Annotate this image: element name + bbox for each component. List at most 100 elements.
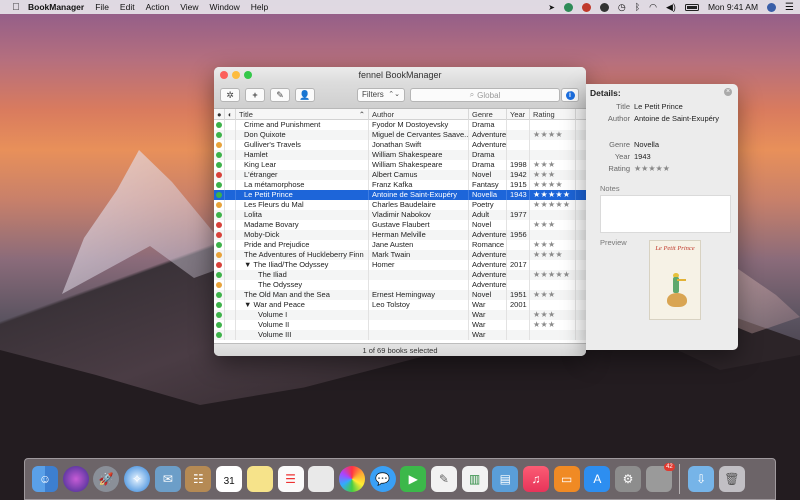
apple-menu-icon[interactable]:  xyxy=(10,1,22,13)
table-row[interactable]: ▼ The Iliad/The Odyssey Homer Adventure 201… xyxy=(214,260,586,270)
keynote-icon[interactable]: ▤ xyxy=(492,466,519,492)
status-dot[interactable] xyxy=(216,332,222,338)
add-button[interactable]: + xyxy=(245,88,265,102)
header-status-column[interactable]: ● xyxy=(214,109,225,120)
status-icon-chrome[interactable] xyxy=(581,2,591,12)
table-row[interactable]: The Iliad Adventure ★★★★★ xyxy=(214,270,586,280)
itunes-icon[interactable]: ♫ xyxy=(523,466,549,492)
close-details-icon[interactable]: × xyxy=(724,88,732,96)
table-row[interactable]: Pride and Prejudice Jane Austen Romance ★★★ xyxy=(214,240,586,250)
finder-icon[interactable]: ☺ xyxy=(32,466,58,492)
system-preferences-icon[interactable]: ⚙ xyxy=(615,466,642,492)
status-dot[interactable] xyxy=(216,292,222,298)
wifi-icon[interactable]: ◠ xyxy=(649,2,657,13)
notification-center-icon[interactable]: ☰ xyxy=(785,2,794,13)
table-row[interactable]: Le Petit Prince Antoine de Saint-Exupéry N… xyxy=(214,190,586,200)
volume-icon[interactable]: ◀) xyxy=(666,2,676,13)
info-button[interactable]: i xyxy=(561,88,579,102)
table-row[interactable]: Gulliver's Travels Jonathan Swift Adventur… xyxy=(214,140,586,150)
table-row[interactable]: Volume II War ★★★ xyxy=(214,320,586,330)
menu-window[interactable]: Window xyxy=(209,2,239,12)
bookmanager-dock-icon[interactable]: 42 xyxy=(645,463,675,492)
table-row[interactable]: Crime and Punishment Fyodor M Dostoyevsky… xyxy=(214,120,586,130)
status-dot[interactable] xyxy=(216,252,222,258)
numbers-icon[interactable]: ▥ xyxy=(461,466,488,492)
filters-dropdown[interactable]: Filters ⌃⌄ xyxy=(357,88,405,102)
header-flag-column[interactable]: ◐ xyxy=(225,109,236,120)
photos-icon[interactable] xyxy=(338,466,365,492)
table-row[interactable]: The Adventures of Huckleberry Finn Mark T… xyxy=(214,250,586,260)
status-dot[interactable] xyxy=(216,302,222,308)
search-field[interactable]: ⌕ Global xyxy=(410,88,560,102)
status-dot[interactable] xyxy=(216,312,222,318)
downloads-folder-icon[interactable]: ⇩ xyxy=(688,466,715,492)
minimize-button[interactable] xyxy=(232,71,240,79)
table-row[interactable]: Hamlet William Shakespeare Drama xyxy=(214,150,586,160)
menu-help[interactable]: Help xyxy=(251,2,268,12)
time-machine-icon[interactable]: ◷ xyxy=(618,2,626,13)
reminders-icon[interactable]: ☰ xyxy=(277,466,304,492)
table-row[interactable]: The Odyssey Adventure xyxy=(214,280,586,290)
table-row[interactable]: Moby-Dick Herman Melville Adventure 1956 xyxy=(214,230,586,240)
table-row[interactable]: Les Fleurs du Mal Charles Baudelaire Poetr… xyxy=(214,200,586,210)
table-row[interactable]: Volume III War xyxy=(214,330,586,340)
status-dot[interactable] xyxy=(216,282,222,288)
header-title[interactable]: Title ⌃ xyxy=(236,109,369,120)
status-dot[interactable] xyxy=(216,122,222,128)
status-dot[interactable] xyxy=(216,212,222,218)
launchpad-icon[interactable]: 🚀 xyxy=(93,466,120,492)
menu-edit[interactable]: Edit xyxy=(120,2,135,12)
status-dot[interactable] xyxy=(216,222,222,228)
safari-icon[interactable]: ✧ xyxy=(124,466,151,492)
status-dot[interactable] xyxy=(216,322,222,328)
table-row[interactable]: La métamorphose Franz Kafka Fantasy 1915 ★★★… xyxy=(214,180,586,190)
messages-icon[interactable]: 💬 xyxy=(369,466,396,492)
header-year[interactable]: Year xyxy=(507,109,530,120)
table-row[interactable]: Lolita Vladimir Nabokov Adult 1977 xyxy=(214,210,586,220)
facetime-icon[interactable]: ▶ xyxy=(400,466,427,492)
app-store-icon[interactable]: A xyxy=(584,466,611,492)
trash-icon[interactable]: 🗑 xyxy=(718,466,745,492)
ibooks-icon[interactable]: ▭ xyxy=(553,466,580,492)
status-dot[interactable] xyxy=(216,182,222,188)
user-icon[interactable] xyxy=(767,2,777,12)
table-row[interactable]: The Old Man and the Sea Ernest Hemingway N… xyxy=(214,290,586,300)
notes-icon[interactable] xyxy=(246,466,273,492)
location-icon[interactable]: ➤ xyxy=(548,3,555,12)
status-dot[interactable] xyxy=(216,262,222,268)
table-row[interactable]: L'étranger Albert Camus Novel 1942 ★★★ xyxy=(214,170,586,180)
status-dot[interactable] xyxy=(216,232,222,238)
header-author[interactable]: Author xyxy=(369,109,469,120)
table-row[interactable]: ▼ War and Peace Leo Tolstoy War 2001 xyxy=(214,300,586,310)
menu-clock[interactable]: Mon 9:41 AM xyxy=(708,2,758,12)
status-dot[interactable] xyxy=(216,242,222,248)
user-button[interactable]: 👤 xyxy=(295,88,315,102)
pages-icon[interactable]: ✎ xyxy=(430,466,457,492)
calendar-icon[interactable]: 31 xyxy=(216,466,243,492)
table-row[interactable]: King Lear William Shakespeare Drama 1998 ★★★ xyxy=(214,160,586,170)
status-icon-dark[interactable] xyxy=(599,2,609,12)
zoom-button[interactable] xyxy=(244,71,252,79)
settings-button[interactable]: ✲ xyxy=(220,88,240,102)
status-dot[interactable] xyxy=(216,202,222,208)
menu-view[interactable]: View xyxy=(180,2,198,12)
table-row[interactable]: Volume I War ★★★ xyxy=(214,310,586,320)
mail-photo-icon[interactable]: ✉ xyxy=(154,466,181,492)
status-dot[interactable] xyxy=(216,192,222,198)
table-row[interactable]: Don Quixote Miguel de Cervantes Saave... A… xyxy=(214,130,586,140)
menu-action[interactable]: Action xyxy=(146,2,170,12)
contacts-icon[interactable]: ☷ xyxy=(185,466,212,492)
status-dot[interactable] xyxy=(216,172,222,178)
status-dot[interactable] xyxy=(216,162,222,168)
edit-button[interactable]: ✎ xyxy=(270,88,290,102)
menu-file[interactable]: File xyxy=(95,2,109,12)
status-dot[interactable] xyxy=(216,142,222,148)
header-genre[interactable]: Genre xyxy=(469,109,507,120)
window-titlebar[interactable]: fennel BookManager xyxy=(214,67,586,83)
status-dot[interactable] xyxy=(216,132,222,138)
siri-icon[interactable] xyxy=(62,466,89,492)
photo-booth-icon[interactable] xyxy=(308,466,335,492)
status-icon-green[interactable] xyxy=(563,2,573,12)
notes-textarea[interactable] xyxy=(600,195,731,233)
battery-icon[interactable] xyxy=(684,3,699,11)
